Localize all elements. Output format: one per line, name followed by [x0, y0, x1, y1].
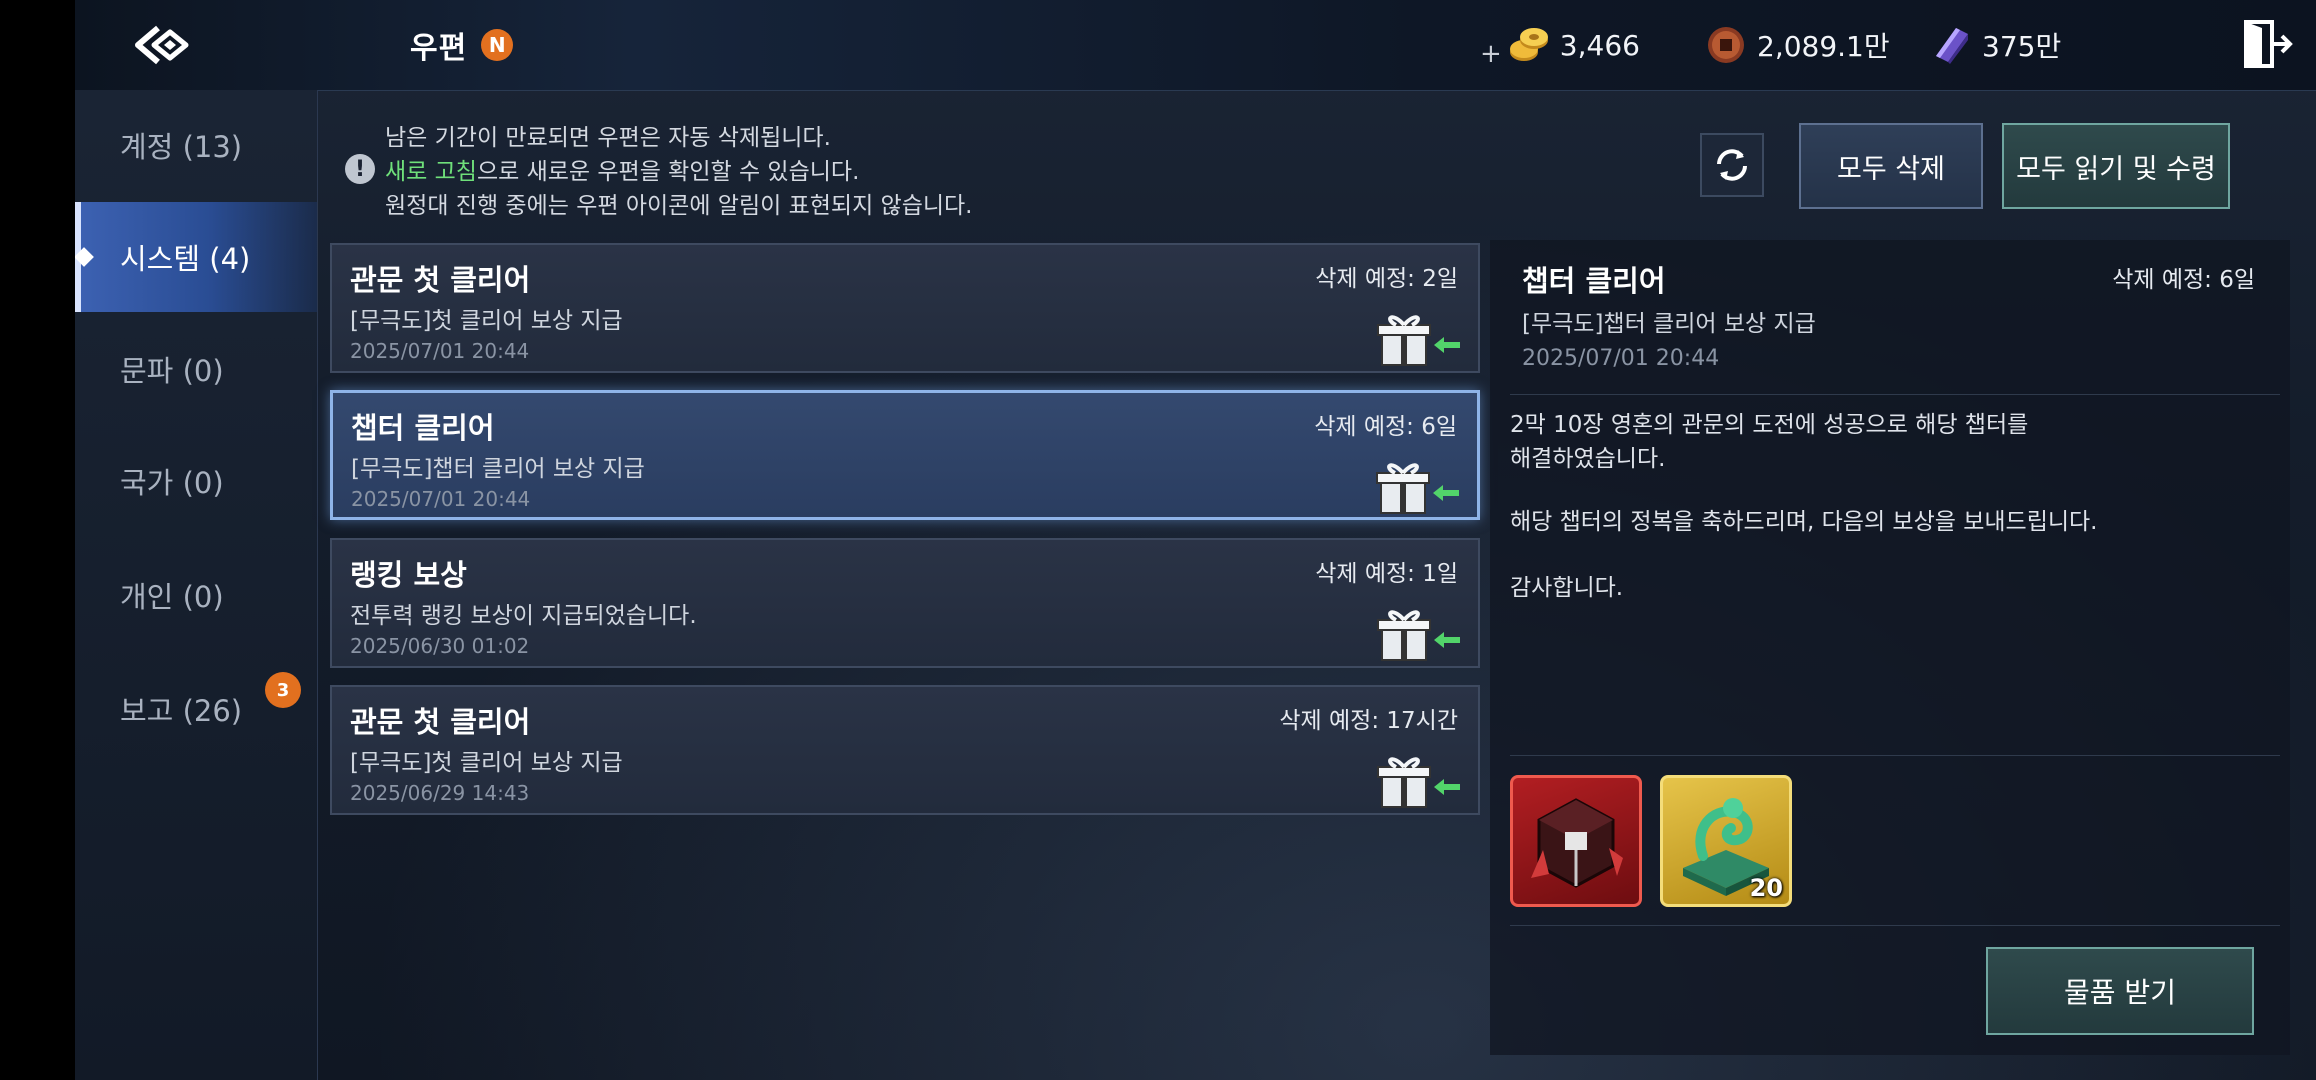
reward-quantity: 20: [1749, 874, 1783, 902]
mail-expire: 삭제 예정: 17시간: [1279, 708, 1458, 734]
notice-line-1: 남은 기간이 만료되면 우편은 자동 삭제됩니다.: [385, 125, 831, 151]
back-arrow-icon: [135, 25, 189, 65]
mail-title: 랭킹 보상: [350, 558, 467, 592]
mail-expire: 삭제 예정: 2일: [1315, 266, 1458, 292]
bronze-amount: 2,089.1만: [1757, 30, 1890, 63]
mail-date: 2025/06/29 14:43: [350, 781, 530, 805]
unread-count-badge: 3: [265, 672, 301, 708]
info-exclamation-icon: !: [345, 154, 375, 184]
refresh-button[interactable]: [1700, 133, 1764, 197]
gift-reward-icon: [1376, 463, 1459, 514]
gift-reward-icon: [1377, 757, 1460, 808]
refresh-icon: [1717, 149, 1747, 181]
mail-title: 관문 첫 클리어: [350, 263, 531, 297]
reward-item[interactable]: [1510, 775, 1642, 907]
mail-date: 2025/07/01 20:44: [351, 487, 531, 511]
plus-icon: +: [1480, 39, 1502, 69]
mail-subtitle: [무극도]챕터 클리어 보상 지급: [351, 456, 645, 482]
detail-title: 챕터 클리어: [1522, 264, 1666, 298]
gold-coins-icon: [1509, 28, 1548, 61]
mail-detail-panel: 챕터 클리어 삭제 예정: 6일 [무극도]챕터 클리어 보상 지급 2025/…: [1490, 240, 2290, 1055]
page-title-group: 우편 N: [410, 22, 514, 68]
selected-indicator-icon: [75, 247, 94, 267]
mail-item[interactable]: 관문 첫 클리어 삭제 예정: 2일 [무극도]첫 클리어 보상 지급 2025…: [330, 243, 1480, 373]
notice-line-2: 새로 고침으로 새로운 우편을 확인할 수 있습니다.: [385, 152, 859, 186]
sidebar-item-label: 시스템 (4): [120, 242, 251, 276]
detail-body-line: 2막 10장 영혼의 관문의 도전에 성공으로 해당 챕터를: [1510, 412, 2029, 438]
sidebar-item-account[interactable]: 계정 (13): [75, 90, 317, 200]
divider: [1510, 755, 2280, 756]
new-badge: N: [481, 29, 514, 61]
detail-subtitle: [무극도]챕터 클리어 보상 지급: [1522, 311, 1816, 337]
sidebar-item-clan[interactable]: 문파 (0): [75, 314, 317, 424]
category-sidebar: 계정 (13) 시스템 (4) 문파 (0) 국가 (0) 개인 (0) 보고 …: [75, 90, 318, 1080]
mail-date: 2025/07/01 20:44: [350, 339, 530, 363]
notice-line-3: 원정대 진행 중에는 우편 아이콘에 알림이 표현되지 않습니다.: [385, 193, 973, 219]
sidebar-item-nation[interactable]: 국가 (0): [75, 426, 317, 536]
page-title: 우편: [410, 31, 468, 66]
mail-expire: 삭제 예정: 6일: [1314, 414, 1457, 440]
reward-item[interactable]: 20: [1660, 775, 1792, 907]
mail-item[interactable]: 챕터 클리어 삭제 예정: 6일 [무극도]챕터 클리어 보상 지급 2025/…: [330, 390, 1480, 520]
gold-currency[interactable]: + 3,466: [1480, 20, 1640, 70]
sidebar-item-label: 문파 (0): [120, 354, 224, 388]
detail-body-line: 감사합니다.: [1510, 575, 1624, 601]
divider: [1510, 394, 2280, 395]
top-bar: 우편 N + 3,466 2,089.1만 375만: [75, 0, 2316, 91]
mail-expire: 삭제 예정: 1일: [1315, 561, 1458, 587]
sidebar-item-system[interactable]: 시스템 (4): [75, 202, 317, 312]
notice-line-2-rest: 으로 새로운 우편을 확인할 수 있습니다.: [476, 159, 860, 185]
divider: [1510, 925, 2280, 926]
gift-reward-icon: [1377, 315, 1460, 366]
sidebar-item-label: 국가 (0): [120, 466, 224, 500]
mail-date: 2025/06/30 01:02: [350, 634, 530, 658]
mail-subtitle: [무극도]첫 클리어 보상 지급: [350, 750, 623, 776]
mail-screen: 우편 N + 3,466 2,089.1만 375만 계정 (13) 시스템 (…: [75, 0, 2316, 1080]
crystal-amount: 375만: [1982, 30, 2062, 63]
sidebar-item-report[interactable]: 보고 (26) 3: [75, 654, 317, 764]
bronze-currency[interactable]: 2,089.1만: [1703, 20, 1890, 70]
mail-subtitle: [무극도]첫 클리어 보상 지급: [350, 308, 623, 334]
sidebar-item-label: 개인 (0): [120, 580, 224, 614]
crystal-currency[interactable]: 375만: [1928, 20, 2061, 70]
sidebar-item-label: 계정 (13): [120, 130, 243, 164]
back-button[interactable]: [95, 10, 225, 80]
sidebar-item-label: 보고 (26): [120, 694, 243, 728]
purple-crystal-icon: [1936, 28, 1968, 64]
detail-date: 2025/07/01 20:44: [1522, 346, 1720, 371]
mail-item[interactable]: 관문 첫 클리어 삭제 예정: 17시간 [무극도]첫 클리어 보상 지급 20…: [330, 685, 1480, 815]
mail-subtitle: 전투력 랭킹 보상이 지급되었습니다.: [350, 603, 697, 629]
red-crystal-box-icon: [1531, 798, 1623, 888]
mail-title: 관문 첫 클리어: [350, 705, 531, 739]
gold-amount: 3,466: [1559, 28, 1640, 62]
mail-title: 챕터 클리어: [351, 411, 495, 445]
sidebar-item-personal[interactable]: 개인 (0): [75, 540, 317, 650]
exit-door-icon: [2244, 20, 2293, 68]
delete-all-button[interactable]: 모두 삭제: [1799, 123, 1983, 209]
detail-body-line: 해결하였습니다.: [1510, 446, 1666, 472]
gift-reward-icon: [1377, 610, 1460, 661]
detail-expire: 삭제 예정: 6일: [2112, 267, 2255, 293]
read-all-receive-button[interactable]: 모두 읽기 및 수령: [2002, 123, 2230, 209]
detail-body-line: 해당 챕터의 정복을 축하드리며, 다음의 보상을 보내드립니다.: [1510, 509, 2098, 535]
bronze-coin-icon: [1708, 27, 1744, 63]
refresh-highlight: 새로 고침: [385, 159, 477, 185]
mail-item[interactable]: 랭킹 보상 삭제 예정: 1일 전투력 랭킹 보상이 지급되었습니다. 2025…: [330, 538, 1480, 668]
receive-items-button[interactable]: 물품 받기: [1986, 947, 2254, 1035]
exit-button[interactable]: [2240, 16, 2296, 72]
